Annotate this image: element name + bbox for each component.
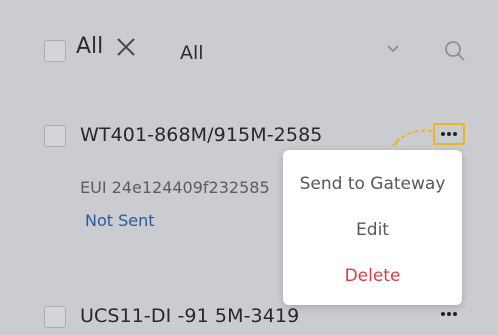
- more-icon[interactable]: [437, 306, 461, 322]
- device-checkbox[interactable]: [44, 125, 66, 147]
- context-menu: Send to Gateway Edit Delete: [283, 150, 462, 305]
- device-name[interactable]: WT401-868M/915M-2585: [80, 124, 322, 146]
- pointer-arrow-icon: [391, 129, 433, 146]
- select-all-checkbox[interactable]: [44, 40, 66, 62]
- filter-select-value[interactable]: All: [180, 42, 204, 64]
- device-name[interactable]: UCS11-DI -91 5M-3419: [80, 305, 299, 327]
- status-badge: Not Sent: [85, 211, 155, 230]
- menu-item-send-to-gateway[interactable]: Send to Gateway: [283, 174, 462, 194]
- select-all-label: All: [76, 34, 104, 59]
- menu-item-delete[interactable]: Delete: [283, 266, 462, 286]
- device-eui: EUI 24e124409f232585: [80, 178, 270, 197]
- menu-item-edit[interactable]: Edit: [283, 220, 462, 240]
- search-icon[interactable]: [443, 39, 467, 63]
- chevron-down-icon[interactable]: [385, 43, 401, 55]
- close-icon[interactable]: [115, 36, 137, 58]
- device-checkbox[interactable]: [44, 306, 66, 328]
- selection-toolbar: All All: [0, 0, 498, 104]
- device-list-screen: All All WT401-868M/915M-2585 EUI 24e1244…: [0, 0, 498, 335]
